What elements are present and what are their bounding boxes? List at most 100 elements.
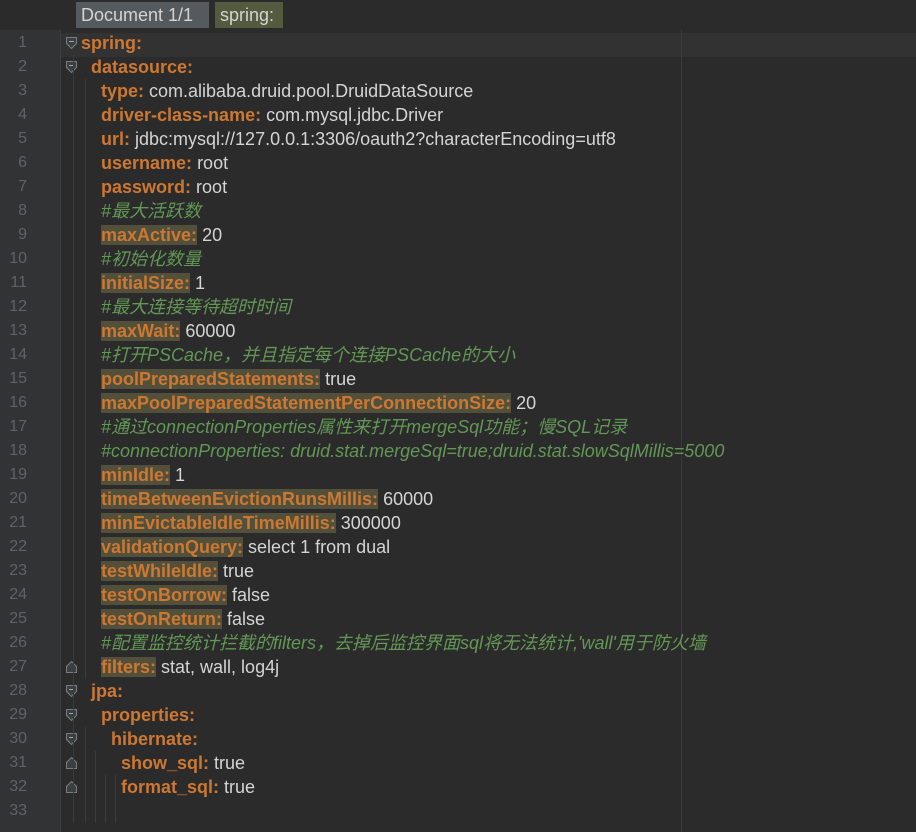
fold-end-icon[interactable] bbox=[66, 757, 77, 769]
code-line[interactable]: 28 jpa: bbox=[0, 679, 916, 703]
fold-open-icon[interactable] bbox=[66, 685, 77, 697]
yaml-value: true bbox=[325, 369, 357, 389]
line-number: 4 bbox=[18, 106, 27, 123]
line-number: 30 bbox=[9, 730, 27, 747]
line-number: 11 bbox=[10, 274, 27, 291]
line-number: 32 bbox=[9, 778, 27, 795]
yaml-key: minEvictableIdleTimeMillis: bbox=[101, 513, 336, 533]
yaml-comment: #打开PSCache，并且指定每个连接PSCache的大小 bbox=[101, 345, 516, 365]
code-line[interactable]: 8 #最大活跃数 bbox=[0, 199, 916, 223]
yaml-comment: #通过connectionProperties属性来打开mergeSql功能；慢… bbox=[101, 417, 628, 437]
fold-open-icon[interactable] bbox=[66, 733, 77, 745]
code-line[interactable]: 25 testOnReturn: false bbox=[0, 607, 916, 631]
yaml-value: com.mysql.jdbc.Driver bbox=[266, 105, 444, 125]
code-line[interactable]: 19 minIdle: 1 bbox=[0, 463, 916, 487]
code-line[interactable]: 33 bbox=[0, 799, 916, 823]
yaml-value: 1 bbox=[195, 273, 206, 293]
code-line[interactable]: 1 spring: bbox=[0, 31, 916, 55]
line-number: 25 bbox=[9, 610, 27, 627]
line-number: 28 bbox=[9, 682, 27, 699]
code-line[interactable]: 2 datasource: bbox=[0, 55, 916, 79]
code-line[interactable]: 6 username: root bbox=[0, 151, 916, 175]
code-line[interactable]: 32 format_sql: true bbox=[0, 775, 916, 799]
yaml-key: initialSize: bbox=[101, 273, 191, 293]
code-line[interactable]: 14 #打开PSCache，并且指定每个连接PSCache的大小 bbox=[0, 343, 916, 367]
yaml-key: format_sql: bbox=[121, 777, 220, 797]
yaml-key: properties: bbox=[101, 705, 196, 725]
line-number: 12 bbox=[9, 298, 27, 315]
code-content: hibernate: bbox=[111, 727, 198, 751]
line-number: 24 bbox=[9, 586, 27, 603]
line-number: 13 bbox=[9, 322, 27, 339]
code-line[interactable]: 26 #配置监控统计拦截的filters，去掉后监控界面sql将无法统计,'wal… bbox=[0, 631, 916, 655]
code-line[interactable]: 24 testOnBorrow: false bbox=[0, 583, 916, 607]
indent-guide bbox=[95, 751, 96, 823]
yaml-key: url: bbox=[101, 129, 130, 149]
code-content: #配置监控统计拦截的filters，去掉后监控界面sql将无法统计,'wall'… bbox=[101, 631, 706, 655]
code-content: username: root bbox=[101, 151, 228, 175]
code-content: jpa: bbox=[91, 679, 123, 703]
code-content: properties: bbox=[101, 703, 195, 727]
yaml-key: minIdle: bbox=[101, 465, 171, 485]
code-content: maxActive: 20 bbox=[101, 223, 222, 247]
code-line[interactable]: 4 driver-class-name: com.mysql.jdbc.Drive… bbox=[0, 103, 916, 127]
yaml-key: testOnReturn: bbox=[101, 609, 222, 629]
code-content: maxWait: 60000 bbox=[101, 319, 235, 343]
yaml-key: show_sql: bbox=[121, 753, 210, 773]
code-line[interactable]: 15 poolPreparedStatements: true bbox=[0, 367, 916, 391]
indent-guide bbox=[85, 79, 86, 679]
code-line[interactable]: 27 filters: stat, wall, log4j bbox=[0, 655, 916, 679]
code-content: #通过connectionProperties属性来打开mergeSql功能；慢… bbox=[101, 415, 627, 439]
code-line[interactable]: 22 validationQuery: select 1 from dual bbox=[0, 535, 916, 559]
code-content: driver-class-name: com.mysql.jdbc.Driver bbox=[101, 103, 443, 127]
code-line[interactable]: 7 password: root bbox=[0, 175, 916, 199]
code-line[interactable]: 21 minEvictableIdleTimeMillis: 300000 bbox=[0, 511, 916, 535]
breadcrumb-document[interactable]: Document 1/1 bbox=[76, 2, 209, 28]
code-content: validationQuery: select 1 from dual bbox=[101, 535, 390, 559]
yaml-key: hibernate: bbox=[111, 729, 199, 749]
line-number: 20 bbox=[9, 490, 27, 507]
yaml-key: maxActive: bbox=[101, 225, 198, 245]
indent-guide bbox=[73, 55, 74, 823]
code-line[interactable]: 16 maxPoolPreparedStatementPerConnectionS… bbox=[0, 391, 916, 415]
indent-guide bbox=[105, 775, 106, 823]
breadcrumb-path-spring[interactable]: spring: bbox=[215, 2, 283, 28]
code-content: type: com.alibaba.druid.pool.DruidDataSo… bbox=[101, 79, 473, 103]
code-line[interactable]: 12 #最大连接等待超时时间 bbox=[0, 295, 916, 319]
line-number: 18 bbox=[9, 442, 27, 459]
line-number: 23 bbox=[9, 562, 27, 579]
code-content: url: jdbc:mysql://127.0.0.1:3306/oauth2?… bbox=[101, 127, 616, 151]
code-line[interactable]: 11 initialSize: 1 bbox=[0, 271, 916, 295]
code-line[interactable]: 3 type: com.alibaba.druid.pool.DruidDataS… bbox=[0, 79, 916, 103]
code-line[interactable]: 13 maxWait: 60000 bbox=[0, 319, 916, 343]
fold-open-icon[interactable] bbox=[66, 37, 77, 49]
code-content: format_sql: true bbox=[121, 775, 255, 799]
yaml-value: true bbox=[223, 561, 255, 581]
code-line[interactable]: 5 url: jdbc:mysql://127.0.0.1:3306/oauth2… bbox=[0, 127, 916, 151]
yaml-key: filters: bbox=[101, 657, 157, 677]
code-line[interactable]: 30 hibernate: bbox=[0, 727, 916, 751]
code-line[interactable]: 17 #通过connectionProperties属性来打开mergeSql功能… bbox=[0, 415, 916, 439]
code-content: testOnReturn: false bbox=[101, 607, 265, 631]
fold-end-icon[interactable] bbox=[66, 781, 77, 793]
yaml-value: 60000 bbox=[185, 321, 236, 341]
code-line[interactable]: 31 show_sql: true bbox=[0, 751, 916, 775]
code-line[interactable]: 23 testWhileIdle: true bbox=[0, 559, 916, 583]
fold-end-icon[interactable] bbox=[66, 661, 77, 673]
code-content: #初始化数量 bbox=[101, 247, 201, 271]
line-number: 15 bbox=[9, 370, 27, 387]
breadcrumb-bar: Document 1/1 spring: bbox=[0, 0, 916, 30]
indent-guide bbox=[115, 775, 116, 823]
code-line[interactable]: 9 maxActive: 20 bbox=[0, 223, 916, 247]
yaml-value: 60000 bbox=[383, 489, 434, 509]
code-line[interactable]: 18 #connectionProperties: druid.stat.merg… bbox=[0, 439, 916, 463]
yaml-key: testWhileIdle: bbox=[101, 561, 219, 581]
code-content: initialSize: 1 bbox=[101, 271, 205, 295]
code-line[interactable]: 20 timeBetweenEvictionRunsMillis: 60000 bbox=[0, 487, 916, 511]
fold-open-icon[interactable] bbox=[66, 61, 77, 73]
fold-open-icon[interactable] bbox=[66, 709, 77, 721]
code-line[interactable]: 10 #初始化数量 bbox=[0, 247, 916, 271]
yaml-value: select 1 from dual bbox=[248, 537, 391, 557]
yaml-key: datasource: bbox=[91, 57, 194, 77]
code-line[interactable]: 29 properties: bbox=[0, 703, 916, 727]
